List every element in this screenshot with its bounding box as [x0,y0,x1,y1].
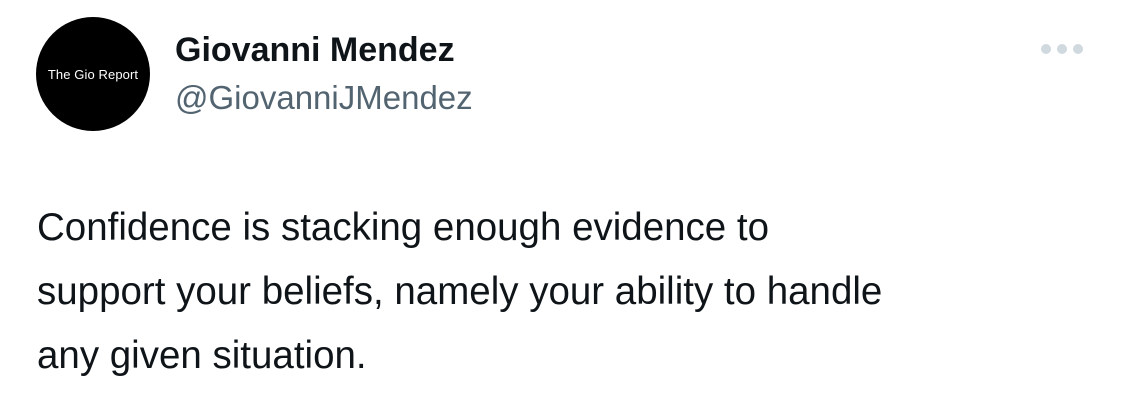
author-display-name[interactable]: Giovanni Mendez [175,30,455,70]
more-options-button[interactable] [1034,32,1090,66]
more-horizontal-icon [1041,44,1083,54]
tweet-text: Confidence is stacking enough evidence t… [37,206,883,377]
tweet-card: The Gio Report Giovanni Mendez @Giovanni… [0,0,1125,408]
avatar-text: The Gio Report [47,66,139,82]
author-handle[interactable]: @GiovanniJMendez [175,78,473,118]
avatar[interactable]: The Gio Report [36,17,150,131]
